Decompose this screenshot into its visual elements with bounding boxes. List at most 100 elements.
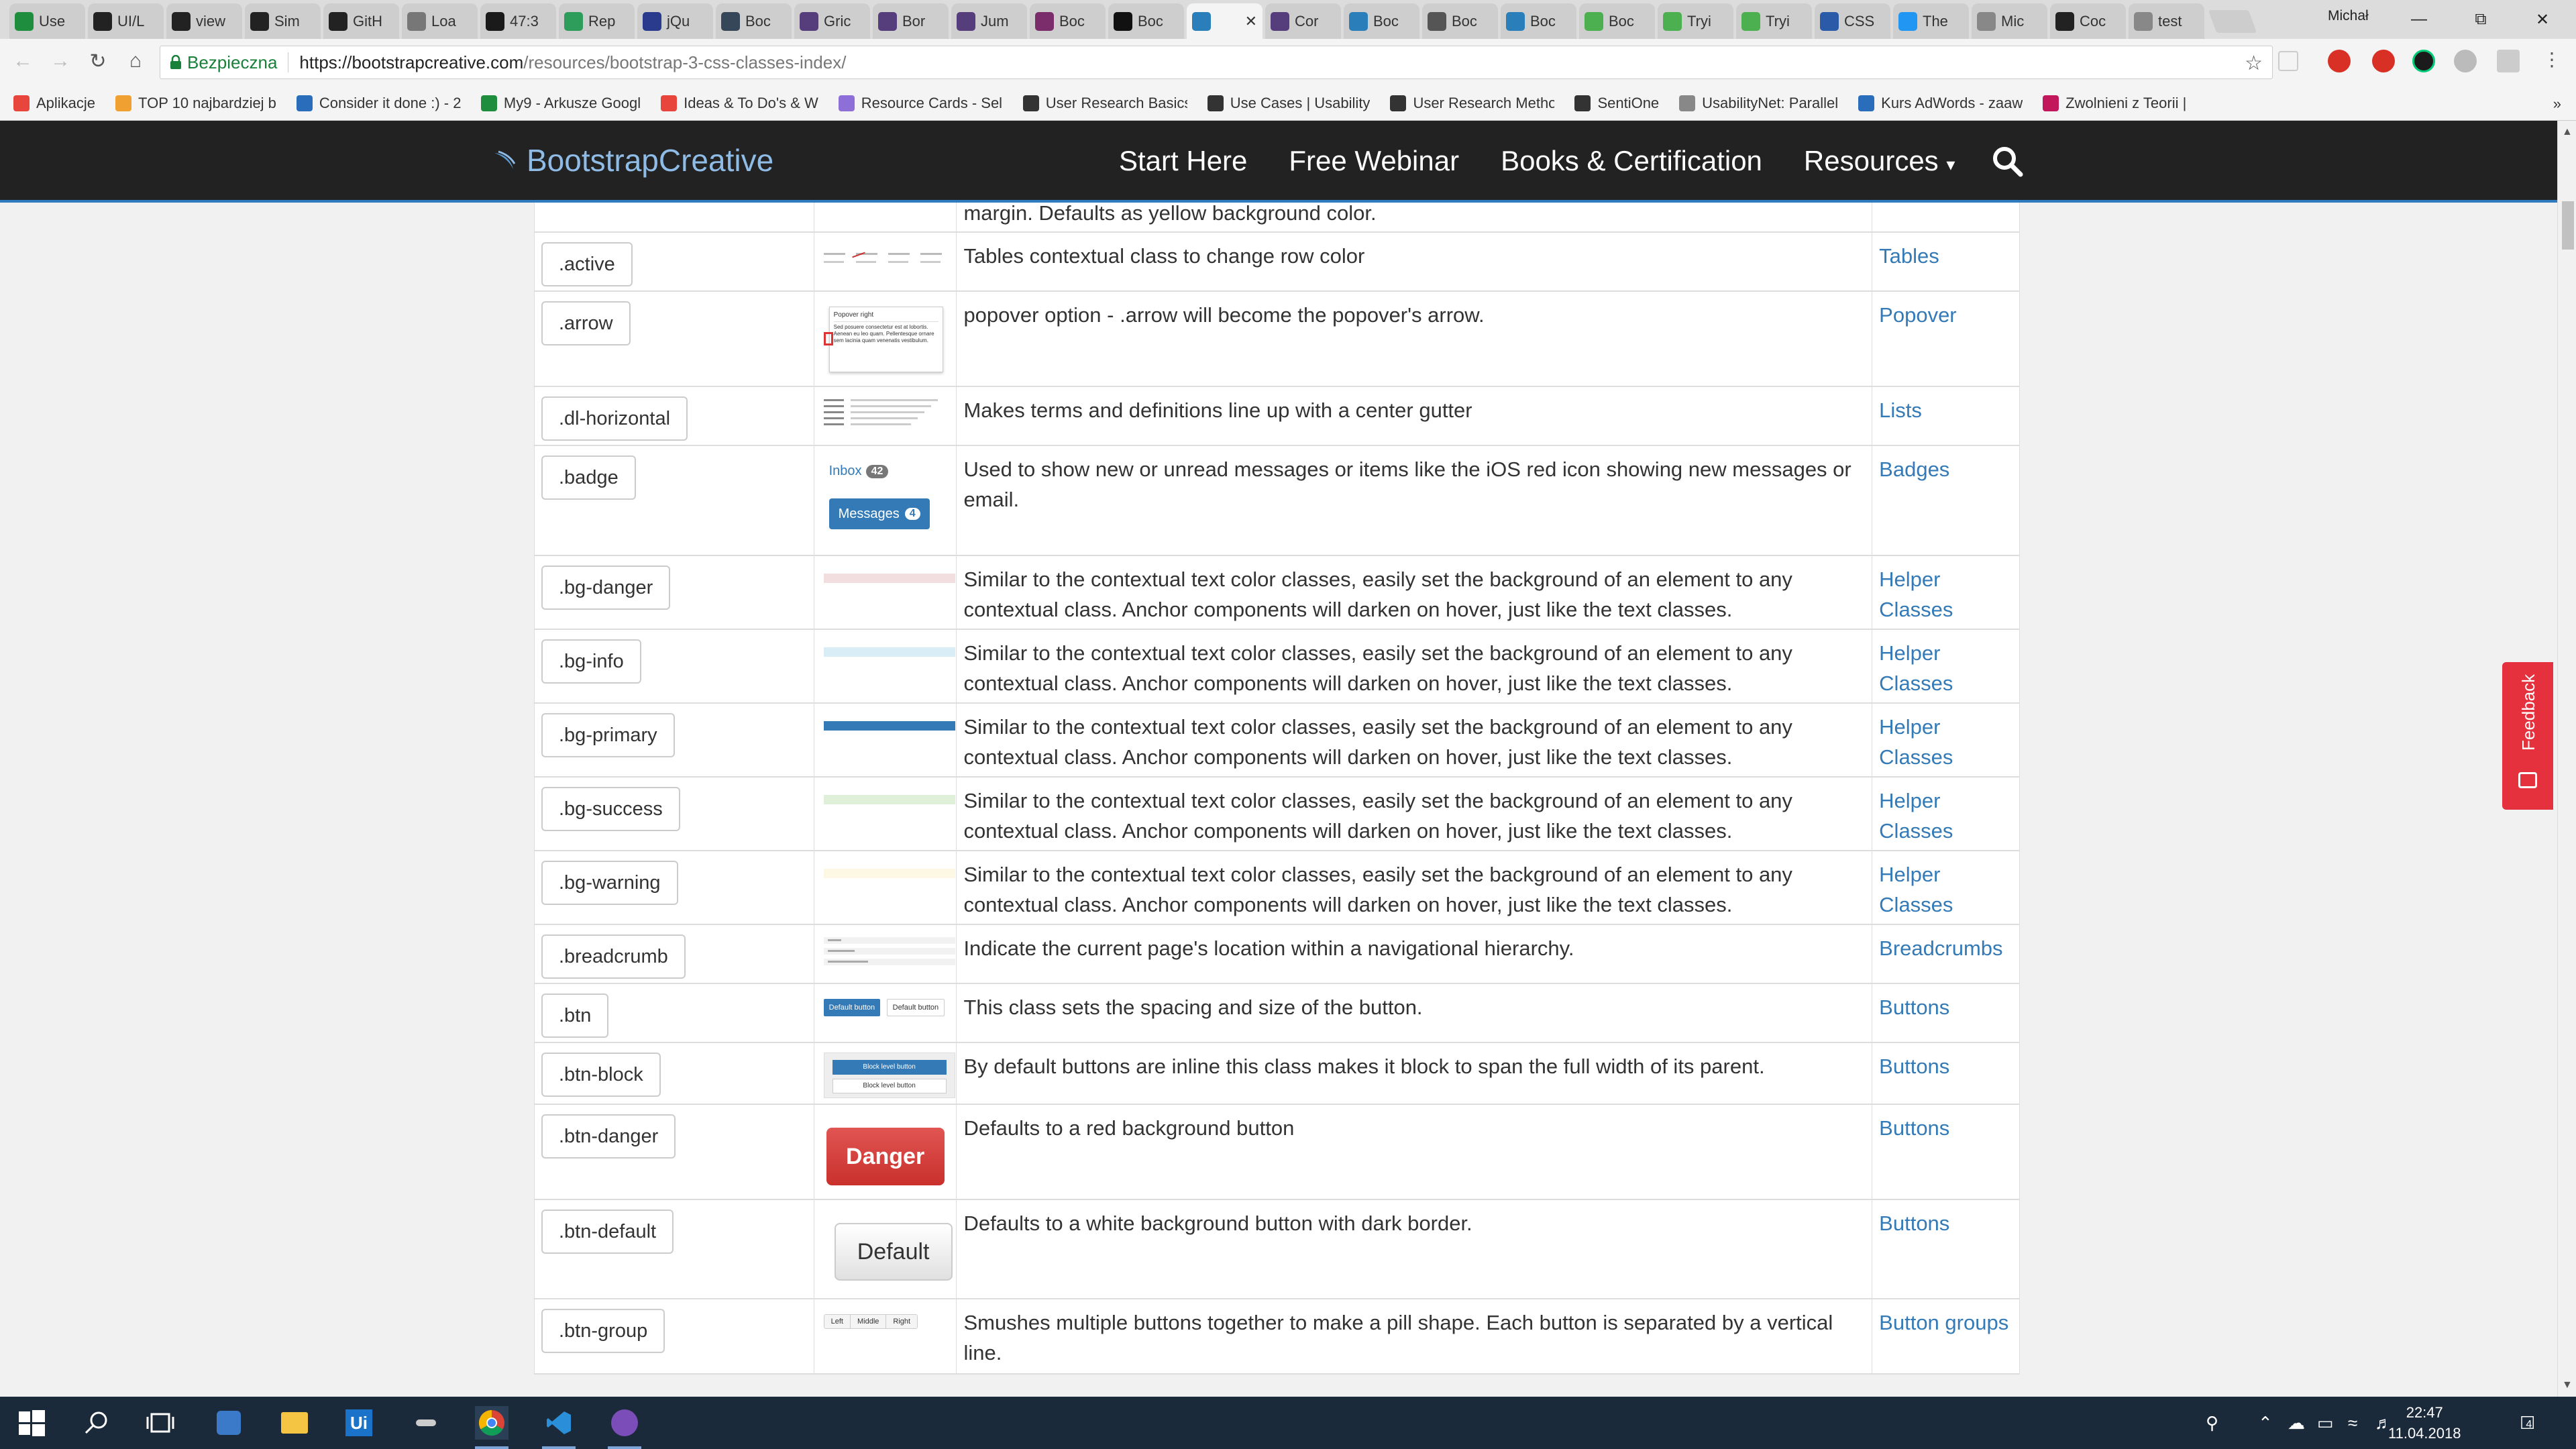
- scroll-down-icon[interactable]: ▼: [2562, 1379, 2573, 1391]
- browser-tab[interactable]: Jum: [951, 3, 1027, 39]
- browser-tab[interactable]: view: [166, 3, 242, 39]
- home-icon[interactable]: ⌂: [122, 50, 149, 72]
- bookmark-item[interactable]: My9 - Arkusze Googl: [480, 95, 641, 112]
- extension-play-icon[interactable]: [2412, 50, 2435, 72]
- bookmark-item[interactable]: Aplikacje: [13, 95, 95, 112]
- docs-link[interactable]: Tables: [1879, 244, 1939, 268]
- docs-link[interactable]: Popover: [1879, 303, 1956, 327]
- back-icon[interactable]: ←: [9, 50, 36, 72]
- docs-link[interactable]: Buttons: [1879, 1055, 1949, 1078]
- browser-tab[interactable]: Rep: [559, 3, 635, 39]
- vscode-icon[interactable]: [542, 1406, 576, 1440]
- nav-start-here[interactable]: Start Here: [1119, 145, 1247, 177]
- forward-icon[interactable]: →: [47, 50, 74, 72]
- docs-link[interactable]: Helper Classes: [1879, 568, 1953, 621]
- docs-link[interactable]: Breadcrumbs: [1879, 936, 2002, 960]
- maximize-button[interactable]: ⧉: [2450, 0, 2512, 39]
- browser-tab[interactable]: Tryi: [1736, 3, 1812, 39]
- task-view-icon[interactable]: [144, 1406, 177, 1440]
- system-clock[interactable]: 22:47 11.04.2018: [2388, 1402, 2461, 1444]
- docs-link[interactable]: Helper Classes: [1879, 789, 1953, 843]
- menu-icon[interactable]: ⋮: [2542, 50, 2561, 71]
- browser-tab[interactable]: Boc: [1030, 3, 1106, 39]
- profile-name[interactable]: Michał: [2328, 8, 2369, 24]
- page-scrollbar[interactable]: ▲ ▼: [2557, 121, 2576, 1397]
- search-icon[interactable]: [80, 1406, 114, 1440]
- bookmark-star-icon[interactable]: ☆: [2245, 52, 2263, 75]
- reload-icon[interactable]: ↻: [85, 50, 111, 73]
- bookmark-item[interactable]: SentiOne: [1574, 95, 1659, 112]
- nav-books-certification[interactable]: Books & Certification: [1501, 145, 1762, 177]
- browser-tab[interactable]: Use: [9, 3, 85, 39]
- browser-tab[interactable]: 47:3: [480, 3, 556, 39]
- bookmark-item[interactable]: Ideas & To Do's & W: [661, 95, 818, 112]
- browser-tab[interactable]: Sim: [245, 3, 321, 39]
- bookmark-item[interactable]: Use Cases | Usability: [1207, 95, 1370, 112]
- bookmark-item[interactable]: User Research Basics: [1022, 95, 1187, 112]
- browser-tab[interactable]: Boc: [1501, 3, 1576, 39]
- people-icon[interactable]: ⚲: [2206, 1413, 2218, 1434]
- close-tab-icon[interactable]: ✕: [1245, 13, 1257, 30]
- minimize-button[interactable]: —: [2388, 0, 2450, 39]
- feedback-tab[interactable]: Feedback: [2502, 662, 2553, 810]
- browser-tab[interactable]: test: [2129, 3, 2204, 39]
- docs-link[interactable]: Lists: [1879, 398, 1922, 422]
- browser-tab[interactable]: Cor: [1265, 3, 1341, 39]
- docs-link[interactable]: Helper Classes: [1879, 715, 1953, 769]
- browser-tab[interactable]: Loa: [402, 3, 478, 39]
- browser-tab[interactable]: Boc: [716, 3, 792, 39]
- browser-tab[interactable]: CSS: [1815, 3, 1890, 39]
- browser-tab[interactable]: The: [1893, 3, 1969, 39]
- browser-tab[interactable]: Mic: [1972, 3, 2047, 39]
- bookmark-item[interactable]: Resource Cards - Sele: [838, 95, 1003, 112]
- bookmark-item[interactable]: UsabilityNet: Parallel: [1679, 95, 1838, 112]
- site-logo[interactable]: BootstrapCreative: [493, 142, 773, 178]
- address-bar[interactable]: Bezpieczna https://bootstrapcreative.com…: [160, 46, 2273, 79]
- browser-tab[interactable]: Boc: [1422, 3, 1498, 39]
- adblock-icon[interactable]: [2328, 50, 2351, 72]
- nav-free-webinar[interactable]: Free Webinar: [1289, 145, 1459, 177]
- bookmark-item[interactable]: Consider it done :) - 2: [296, 95, 461, 112]
- tray-expand-icon[interactable]: ⌃: [2258, 1413, 2273, 1434]
- bookmark-item[interactable]: TOP 10 najbardziej b: [115, 95, 276, 112]
- bookmark-item[interactable]: User Research Metho: [1390, 95, 1554, 112]
- browser-tab[interactable]: Gric: [794, 3, 870, 39]
- docs-link[interactable]: Buttons: [1879, 1116, 1949, 1140]
- browser-tab[interactable]: Tryi: [1658, 3, 1733, 39]
- docs-link[interactable]: Helper Classes: [1879, 641, 1953, 695]
- chrome-icon[interactable]: [475, 1406, 508, 1440]
- close-window-button[interactable]: ✕: [2512, 0, 2573, 39]
- docs-link[interactable]: Buttons: [1879, 996, 1949, 1019]
- browser-tab[interactable]: Bor: [873, 3, 949, 39]
- browser-tab[interactable]: Coc: [2050, 3, 2126, 39]
- browser-tab[interactable]: GitH: [323, 3, 399, 39]
- bookmark-item[interactable]: Kurs AdWords - zaaw: [1858, 95, 2023, 112]
- battery-icon[interactable]: ▭: [2317, 1413, 2334, 1434]
- browser-tab[interactable]: Boc: [1344, 3, 1419, 39]
- nav-resources[interactable]: Resources ▾: [1804, 145, 1955, 177]
- browser-tab[interactable]: UI/L: [88, 3, 164, 39]
- browser-tab[interactable]: Boc: [1108, 3, 1184, 39]
- scroll-up-icon[interactable]: ▲: [2562, 126, 2573, 138]
- docs-link[interactable]: Buttons: [1879, 1212, 1949, 1235]
- secure-indicator[interactable]: Bezpieczna: [170, 52, 277, 73]
- notifications-icon[interactable]: ☐4: [2520, 1413, 2541, 1434]
- docs-link[interactable]: Button groups: [1879, 1311, 2008, 1334]
- browser-tab[interactable]: ✕: [1187, 3, 1263, 39]
- wifi-icon[interactable]: ≈: [2348, 1413, 2357, 1434]
- browser-tab[interactable]: Boc: [1579, 3, 1655, 39]
- app-photos-icon[interactable]: [212, 1406, 246, 1440]
- new-tab-button[interactable]: [2208, 10, 2257, 33]
- uipath-icon[interactable]: Ui: [342, 1406, 376, 1440]
- lastpass-icon[interactable]: [2372, 50, 2395, 72]
- docs-link[interactable]: Badges: [1879, 458, 1949, 481]
- docs-link[interactable]: Helper Classes: [1879, 863, 1953, 916]
- extension-gray-icon[interactable]: [2454, 50, 2477, 72]
- bookmarks-more-button[interactable]: »: [2553, 95, 2561, 113]
- onedrive-icon[interactable]: ☁: [2288, 1413, 2305, 1434]
- scrollbar-thumb[interactable]: [2562, 201, 2574, 250]
- app-mouse-icon[interactable]: [409, 1406, 443, 1440]
- cast-icon[interactable]: [2278, 51, 2298, 71]
- extension-ui-icon[interactable]: [2497, 50, 2520, 72]
- browser-tab[interactable]: jQu: [637, 3, 713, 39]
